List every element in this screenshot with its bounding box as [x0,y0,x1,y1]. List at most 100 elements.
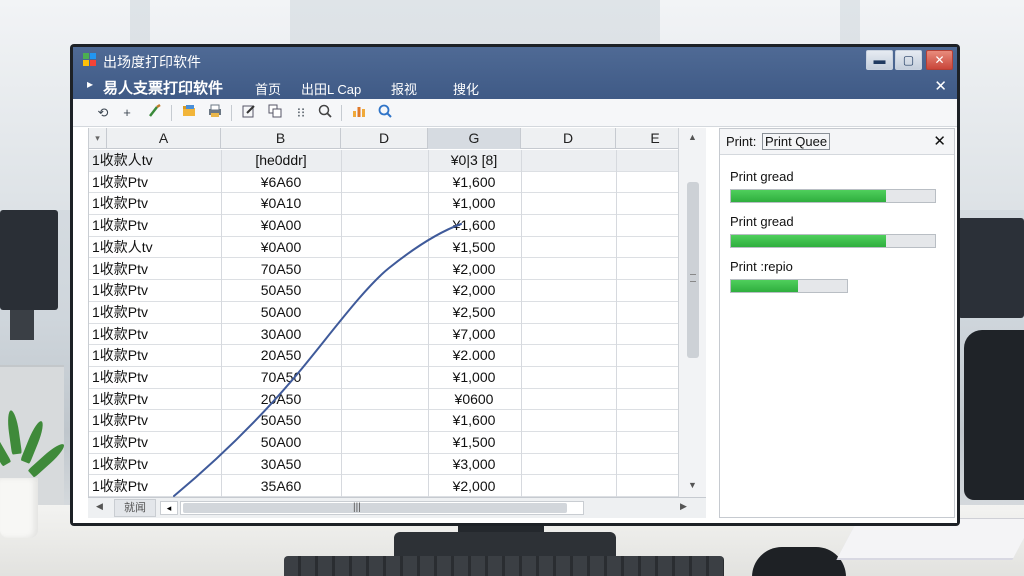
horizontal-scrollbar[interactable]: ||| [180,501,584,515]
table-cell[interactable]: ¥2,000 [428,476,520,497]
table-row[interactable]: 1收款Ptv 20A50 ¥0600 [89,389,693,411]
table-cell[interactable]: ¥0A10 [222,193,340,214]
table-cell[interactable]: 1收款Ptv [92,172,220,193]
scroll-right-icon[interactable]: ▶ [680,501,687,512]
table-cell[interactable]: ¥0600 [428,389,520,410]
chart-icon[interactable] [349,103,369,123]
minimize-button[interactable]: ▬ [866,50,893,70]
column-header[interactable]: A [107,128,221,149]
table-cell[interactable]: ¥1,500 [428,237,520,258]
table-row[interactable]: 1收款Ptv ¥0A10 ¥1,000 [89,193,693,216]
table-cell[interactable]: ¥2,000 [428,280,520,301]
table-cell[interactable]: ¥6A60 [222,172,340,193]
select-all-corner[interactable]: ▾ [89,128,107,149]
table-cell[interactable]: 1收款Ptv [92,193,220,214]
table-row[interactable]: 1收款Ptv 70A50 ¥1,000 [89,367,693,389]
table-cell[interactable]: 30A00 [222,324,340,345]
sheet-tab[interactable]: 就闻 [114,499,156,517]
table-cell[interactable]: 1收款Ptv [92,345,220,366]
maximize-button[interactable]: ▢ [895,50,922,70]
table-row[interactable]: 1收款Ptv ¥6A60 ¥1,600 [89,172,693,194]
table-cell[interactable]: 1收款Ptv [92,302,220,323]
table-cell[interactable]: 1收款Ptv [92,259,220,280]
align-icon[interactable]: ⁝⁝ [291,103,311,123]
table-cell[interactable]: 1收款Ptv [92,367,220,388]
table-cell[interactable]: ¥1,600 [428,172,520,193]
table-cell[interactable]: ¥0|3 [8] [428,150,520,171]
table-cell[interactable]: 70A50 [222,367,340,388]
chevron-right-icon[interactable]: ▸ [87,77,93,91]
table-cell[interactable]: ¥1,000 [428,367,520,388]
table-row[interactable]: 1收款Ptv 35A60 ¥2,000 [89,476,693,498]
table-cell[interactable]: 30A50 [222,454,340,475]
table-cell[interactable]: 35A60 [222,476,340,497]
table-cell[interactable]: 1收款Ptv [92,476,220,497]
menu-item-report[interactable]: 报视 [391,79,417,98]
table-cell[interactable]: 50A00 [222,432,340,453]
table-cell[interactable]: ¥1,600 [428,215,520,236]
table-row[interactable]: 1收款Ptv 50A00 ¥1,500 [89,432,693,454]
table-cell[interactable]: ¥7,000 [428,324,520,345]
table-cell[interactable]: 50A50 [222,280,340,301]
table-cell[interactable]: 1收款Ptv [92,324,220,345]
scroll-left-icon[interactable]: ◀ [96,501,103,512]
spreadsheet-grid[interactable]: ▾ A B D G D E 1收款人tv [he0ddr] ¥0|3 [8] 1收款P… [88,128,693,518]
menu-item-search[interactable]: 搜化 [453,79,479,98]
scroll-thumb[interactable] [687,182,699,358]
table-row[interactable]: 1收款Ptv 30A00 ¥7,000 [89,324,693,346]
table-cell[interactable]: 1收款Ptv [92,454,220,475]
edit-icon[interactable] [239,103,259,123]
table-cell[interactable]: ¥2.000 [428,345,520,366]
table-row[interactable]: 1收款Ptv 50A50 ¥1,600 [89,410,693,433]
undo-icon[interactable]: ⟲ [93,103,113,123]
table-cell[interactable]: [he0ddr] [222,150,340,171]
table-cell[interactable]: 20A50 [222,389,340,410]
table-row[interactable]: 1收款Ptv 30A50 ¥3,000 [89,454,693,476]
menu-item-home[interactable]: 首页 [255,79,281,98]
table-cell[interactable]: ¥1,000 [428,193,520,214]
table-cell[interactable]: 1收款Ptv [92,389,220,410]
menu-item-cap[interactable]: 出田L Cap [301,79,361,98]
table-cell[interactable]: ¥0A00 [222,215,340,236]
copy-icon[interactable] [265,103,285,123]
table-cell[interactable]: 1收款人tv [92,150,220,171]
table-row[interactable]: 1收款人tv ¥0A00 ¥1,500 [89,237,693,259]
table-cell[interactable]: ¥0A00 [222,237,340,258]
table-cell[interactable]: 1收款Ptv [92,215,220,236]
add-icon[interactable]: + [117,103,137,123]
scroll-down-icon[interactable]: ▼ [688,480,697,490]
table-cell[interactable]: ¥1,500 [428,432,520,453]
table-row[interactable]: 1收款Ptv 20A50 ¥2.000 [89,345,693,367]
zoom-icon[interactable] [315,103,335,123]
close-button[interactable]: ✕ [926,50,953,70]
column-header[interactable]: D [341,128,428,149]
table-cell[interactable]: ¥2,000 [428,259,520,280]
table-row[interactable]: 1收款Ptv ¥0A00 ¥1,600 [89,215,693,237]
table-cell[interactable]: ¥2,500 [428,302,520,323]
horizontal-scroll-thumb[interactable]: ||| [183,502,567,513]
table-row[interactable]: 1收款Ptv 50A50 ¥2,000 [89,280,693,302]
table-cell[interactable]: 1收款Ptv [92,432,220,453]
table-cell[interactable]: 1收款人tv [92,237,220,258]
menu-app-name[interactable]: 易人支票打印软件 [103,77,223,98]
column-header-selected[interactable]: G [428,128,521,149]
table-cell[interactable]: 50A00 [222,302,340,323]
table-cell[interactable]: 70A50 [222,259,340,280]
table-cell[interactable]: 1收款Ptv [92,410,220,431]
print-icon[interactable] [205,103,225,123]
table-cell[interactable]: 50A50 [222,410,340,431]
close-icon[interactable]: ✕ [934,77,947,95]
search-icon[interactable] [375,103,395,123]
column-header[interactable]: B [221,128,341,149]
close-icon[interactable]: ✕ [933,132,946,150]
column-header[interactable]: D [521,128,616,149]
table-cell[interactable]: ¥1,600 [428,410,520,431]
table-row[interactable]: 1收款Ptv 50A00 ¥2,500 [89,302,693,324]
brush-icon[interactable] [145,103,165,123]
table-cell[interactable]: 20A50 [222,345,340,366]
table-row[interactable]: 1收款人tv [he0ddr] ¥0|3 [8] [89,150,693,172]
folder-icon[interactable] [179,103,199,123]
scroll-up-icon[interactable]: ▲ [688,132,697,142]
table-cell[interactable]: ¥3,000 [428,454,520,475]
table-row[interactable]: 1收款Ptv 70A50 ¥2,000 [89,259,693,281]
